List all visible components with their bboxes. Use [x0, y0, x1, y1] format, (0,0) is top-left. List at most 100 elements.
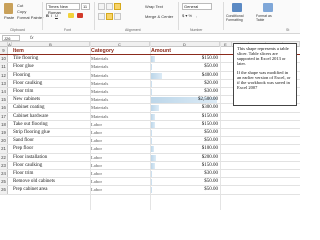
align-right-button[interactable] [114, 13, 121, 20]
amount-cell[interactable]: $50.00 [151, 178, 219, 186]
row-number[interactable]: 25 [0, 178, 8, 186]
category-cell[interactable]: Materials [91, 104, 108, 112]
category-cell[interactable]: Labor [91, 121, 102, 129]
category-cell[interactable]: Labor [91, 154, 102, 162]
format-painter-button[interactable]: Format Painter [17, 15, 43, 20]
amount-cell[interactable]: $150.00 [151, 121, 219, 128]
category-cell[interactable]: Labor [91, 137, 102, 145]
table-row[interactable]: 17 Cabinet hardware Materials $150.00 [0, 112, 300, 121]
item-cell[interactable]: Cabinet coating [13, 104, 45, 112]
slicer-placeholder-shape[interactable]: This shape represents a table slicer. Ta… [233, 43, 297, 106]
item-cell[interactable]: Strip flooring glue [13, 129, 50, 137]
item-cell[interactable]: Prep cabinet area [13, 186, 47, 194]
row-number[interactable]: 14 [0, 88, 8, 96]
format-as-table-button[interactable]: Format as Table [256, 14, 280, 22]
row-number[interactable]: 21 [0, 145, 8, 153]
comma-button[interactable]: , [196, 13, 197, 18]
item-cell[interactable]: Floor installation [13, 154, 47, 162]
amount-cell[interactable]: $50.00 [151, 63, 219, 71]
amount-cell[interactable]: $50.00 [151, 186, 219, 194]
table-row[interactable]: 24 Floor trim Labor $30.00 [0, 170, 300, 179]
row-number[interactable]: 23 [0, 161, 8, 169]
table-row[interactable]: 19 Strip flooring glue Labor $50.00 [0, 129, 300, 138]
row-number[interactable]: 24 [0, 170, 8, 178]
item-column-header[interactable]: Item [13, 47, 24, 55]
item-cell[interactable]: Prep floor [13, 145, 33, 153]
amount-cell[interactable]: $100.00 [151, 145, 219, 153]
category-cell[interactable]: Materials [91, 80, 108, 88]
row-number[interactable]: 17 [0, 112, 8, 120]
category-cell[interactable]: Materials [91, 72, 108, 80]
item-cell[interactable]: Floor trim [13, 170, 33, 178]
font-name-select[interactable]: Times New Roman [46, 3, 80, 15]
table-row[interactable]: 22 Floor installation Labor $200.00 [0, 153, 300, 162]
amount-cell[interactable]: $50.00 [151, 137, 219, 145]
paste-button[interactable]: Paste [4, 15, 14, 20]
category-cell[interactable]: Labor [91, 129, 102, 137]
row-number[interactable]: 11 [0, 63, 8, 71]
name-box[interactable]: J26 [2, 35, 20, 41]
align-bottom-button[interactable] [114, 3, 121, 10]
category-cell[interactable]: Materials [91, 88, 108, 96]
copy-button[interactable]: Copy [17, 9, 26, 14]
row-number[interactable]: 26 [0, 186, 8, 194]
category-cell[interactable]: Labor [91, 186, 102, 194]
align-top-button[interactable] [98, 3, 105, 10]
row-number[interactable]: 15 [0, 96, 8, 104]
underline-button[interactable]: U [55, 13, 58, 18]
category-cell[interactable]: Materials [91, 113, 108, 121]
amount-cell[interactable]: $200.00 [151, 154, 219, 161]
align-left-button[interactable] [98, 13, 105, 20]
item-cell[interactable]: Flooring [13, 72, 30, 80]
table-row[interactable]: 21 Prep floor Labor $100.00 [0, 145, 300, 154]
item-cell[interactable]: Sand floor [13, 137, 34, 145]
category-cell[interactable]: Materials [91, 96, 108, 104]
row-number[interactable]: 20 [0, 137, 8, 145]
align-center-button[interactable] [106, 13, 113, 20]
item-cell[interactable]: Take out flooring [13, 121, 48, 129]
category-cell[interactable]: Materials [91, 63, 108, 71]
row-number[interactable]: 9 [0, 47, 8, 55]
row-number[interactable]: 13 [0, 79, 8, 87]
category-cell[interactable]: Materials [91, 55, 108, 63]
item-cell[interactable]: New cabinets [13, 96, 40, 104]
row-number[interactable]: 19 [0, 129, 8, 137]
category-cell[interactable]: Labor [91, 170, 102, 178]
item-cell[interactable]: Floor caulking [13, 162, 42, 170]
category-column-header[interactable]: Category [91, 47, 114, 55]
item-cell[interactable]: Floor glue [13, 63, 34, 71]
font-color-icon[interactable] [77, 13, 83, 18]
fill-color-icon[interactable] [68, 13, 74, 18]
cut-button[interactable]: Cut [17, 3, 23, 8]
item-cell[interactable]: Cabinet hardware [13, 113, 48, 121]
item-cell[interactable]: Tile flooring [13, 55, 38, 63]
amount-cell[interactable]: $150.00 [151, 162, 219, 169]
amount-cell[interactable]: $150.00 [151, 55, 219, 63]
fx-label[interactable]: fx [30, 34, 34, 42]
amount-cell[interactable]: $400.00 [151, 72, 219, 79]
table-row[interactable]: 26 Prep cabinet area Labor $50.00 [0, 186, 300, 195]
row-number[interactable]: 10 [0, 55, 8, 63]
amount-cell[interactable]: $300.00 [151, 104, 219, 112]
category-cell[interactable]: Labor [91, 162, 102, 170]
table-row[interactable]: 18 Take out flooring Labor $150.00 [0, 120, 300, 129]
merge-center-button[interactable]: Merge & Center [145, 14, 173, 19]
amount-cell[interactable]: $30.00 [151, 88, 219, 95]
row-number[interactable]: 18 [0, 120, 8, 128]
row-number[interactable]: 16 [0, 104, 8, 112]
amount-cell[interactable]: $150.00 [151, 113, 219, 120]
amount-cell[interactable]: $30.00 [151, 170, 219, 177]
row-number[interactable]: 22 [0, 153, 8, 161]
conditional-formatting-button[interactable]: Conditional Formatting [226, 14, 252, 22]
amount-cell[interactable]: $2,500.00 [151, 96, 219, 104]
amount-cell[interactable]: $50.00 [151, 129, 219, 136]
amount-column-header[interactable]: Amount [151, 47, 171, 55]
item-cell[interactable]: Floor caulking [13, 80, 42, 88]
font-size-select[interactable]: 11 [81, 3, 90, 10]
item-cell[interactable]: Remove old cabinets [13, 178, 55, 186]
currency-button[interactable]: $ ▾ % [182, 13, 192, 18]
align-middle-button[interactable] [106, 3, 113, 10]
category-cell[interactable]: Labor [91, 145, 102, 153]
amount-cell[interactable]: $20.00 [151, 80, 219, 87]
paste-icon[interactable] [4, 3, 13, 14]
